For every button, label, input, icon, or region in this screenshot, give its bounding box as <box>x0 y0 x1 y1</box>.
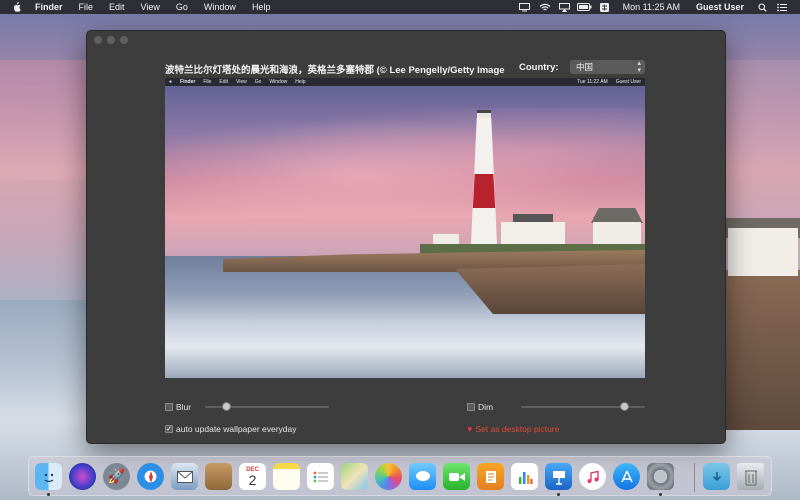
close-button[interactable] <box>94 36 102 44</box>
mail-icon[interactable] <box>171 463 198 490</box>
set-desktop-picture-button[interactable]: ♥ Set as desktop picture <box>467 424 559 434</box>
running-indicator <box>659 493 662 496</box>
preview-building <box>501 222 565 244</box>
menu-app-name[interactable]: Finder <box>31 0 71 14</box>
blur-slider[interactable] <box>205 402 329 411</box>
facetime-icon[interactable] <box>443 463 470 490</box>
airplay-icon[interactable] <box>555 0 575 14</box>
preview-menu-go: Go <box>254 79 262 85</box>
dock-separator <box>694 463 695 492</box>
reminders-icon[interactable] <box>307 463 334 490</box>
calendar-day: 2 <box>248 471 257 488</box>
country-select[interactable]: 中国 ▴ ▾ <box>570 60 645 74</box>
wallpaper-app-window: 波特兰比尔灯塔处的晨光和海浪，英格兰多塞特郡 (© Lee Pengelly/G… <box>86 30 726 444</box>
set-desktop-label: Set as desktop picture <box>475 424 560 434</box>
battery-icon[interactable] <box>575 0 595 14</box>
menu-view[interactable]: View <box>133 0 168 14</box>
blur-slider-knob[interactable] <box>222 402 231 411</box>
preview-menu-edit: Edit <box>219 79 228 85</box>
blur-label: Blur <box>176 402 192 412</box>
preview-small-building <box>433 234 459 244</box>
country-label: Country: <box>519 62 559 73</box>
select-arrows-icon: ▴ ▾ <box>637 60 641 74</box>
preview-clouds <box>165 108 645 218</box>
launchpad-icon[interactable]: 🚀 <box>103 463 130 490</box>
auto-update-checkbox[interactable]: ✓ <box>165 425 173 433</box>
safari-icon[interactable] <box>137 463 164 490</box>
messages-icon[interactable] <box>409 463 436 490</box>
lighthouse-red-band <box>472 174 496 208</box>
window-controls <box>94 36 128 44</box>
numbers-icon[interactable] <box>511 463 538 490</box>
app-store-icon[interactable] <box>613 463 640 490</box>
menu-go[interactable]: Go <box>168 0 196 14</box>
wallpaper-title: 波特兰比尔灯塔处的晨光和海浪，英格兰多塞特郡 (© Lee Pengelly/G… <box>165 65 505 76</box>
itunes-icon[interactable] <box>579 463 606 490</box>
calendar-icon[interactable]: DEC 2 <box>239 463 266 490</box>
finder-icon[interactable] <box>35 463 62 490</box>
apple-menu-icon[interactable] <box>0 2 31 12</box>
notification-center-icon[interactable] <box>772 0 792 14</box>
preview-house-roof <box>591 208 643 223</box>
preview-menu-window: Window <box>269 79 288 85</box>
dim-slider[interactable] <box>521 402 645 411</box>
wallpaper-cliff <box>726 270 800 430</box>
running-indicator <box>557 493 560 496</box>
auto-update-control[interactable]: ✓ auto update wallpaper everyday <box>165 424 297 434</box>
preview-menu-view: View <box>236 79 247 85</box>
pages-icon[interactable] <box>477 463 504 490</box>
dock: 🚀 DEC 2 <box>28 456 772 496</box>
auto-update-label: auto update wallpaper everyday <box>176 424 297 434</box>
maps-icon[interactable] <box>341 463 368 490</box>
wallpaper-house <box>728 228 798 276</box>
menu-clock[interactable]: Mon 11:25 AM <box>615 0 688 14</box>
preview-menu-file: File <box>203 79 212 85</box>
zoom-button[interactable] <box>120 36 128 44</box>
blur-control[interactable]: Blur <box>165 402 191 412</box>
menu-window[interactable]: Window <box>196 0 244 14</box>
photos-icon[interactable] <box>375 463 402 490</box>
menu-file[interactable]: File <box>71 0 102 14</box>
dim-checkbox[interactable] <box>467 403 475 411</box>
spotlight-search-icon[interactable] <box>752 0 772 14</box>
preview-clock: Tue 11:22 AM <box>577 79 608 85</box>
siri-icon[interactable] <box>69 463 96 490</box>
trash-icon[interactable] <box>737 463 764 490</box>
preview-menu-help: Help <box>295 79 306 85</box>
preview-menu-bar: ● Finder File Edit View Go Window Help T… <box>165 78 645 86</box>
dim-slider-knob[interactable] <box>620 402 629 411</box>
keyboard-input-icon[interactable] <box>595 0 615 14</box>
blur-checkbox[interactable] <box>165 403 173 411</box>
preview-house <box>593 222 641 244</box>
preview-apple-icon: ● <box>169 79 173 85</box>
downloads-folder-icon[interactable] <box>703 463 730 490</box>
menu-user[interactable]: Guest User <box>688 0 752 14</box>
menu-bar: Finder File Edit View Go Window Help Mon… <box>0 0 800 14</box>
dim-label: Dim <box>478 402 494 412</box>
contacts-icon[interactable] <box>205 463 232 490</box>
running-indicator <box>47 493 50 496</box>
country-select-value: 中国 <box>576 62 594 72</box>
minimize-button[interactable] <box>107 36 115 44</box>
preview-user: Guest User <box>615 79 641 85</box>
keynote-icon[interactable] <box>545 463 572 490</box>
wifi-icon[interactable] <box>535 0 555 14</box>
notes-icon[interactable] <box>273 463 300 490</box>
menu-edit[interactable]: Edit <box>101 0 133 14</box>
dim-control[interactable]: Dim <box>467 402 493 412</box>
wallpaper-preview: ● Finder File Edit View Go Window Help T… <box>165 78 645 378</box>
system-preferences-icon[interactable] <box>647 463 674 490</box>
menu-help[interactable]: Help <box>244 0 279 14</box>
heart-icon: ♥ <box>467 424 473 434</box>
preview-app-name: Finder <box>180 79 196 85</box>
display-icon[interactable] <box>515 0 535 14</box>
